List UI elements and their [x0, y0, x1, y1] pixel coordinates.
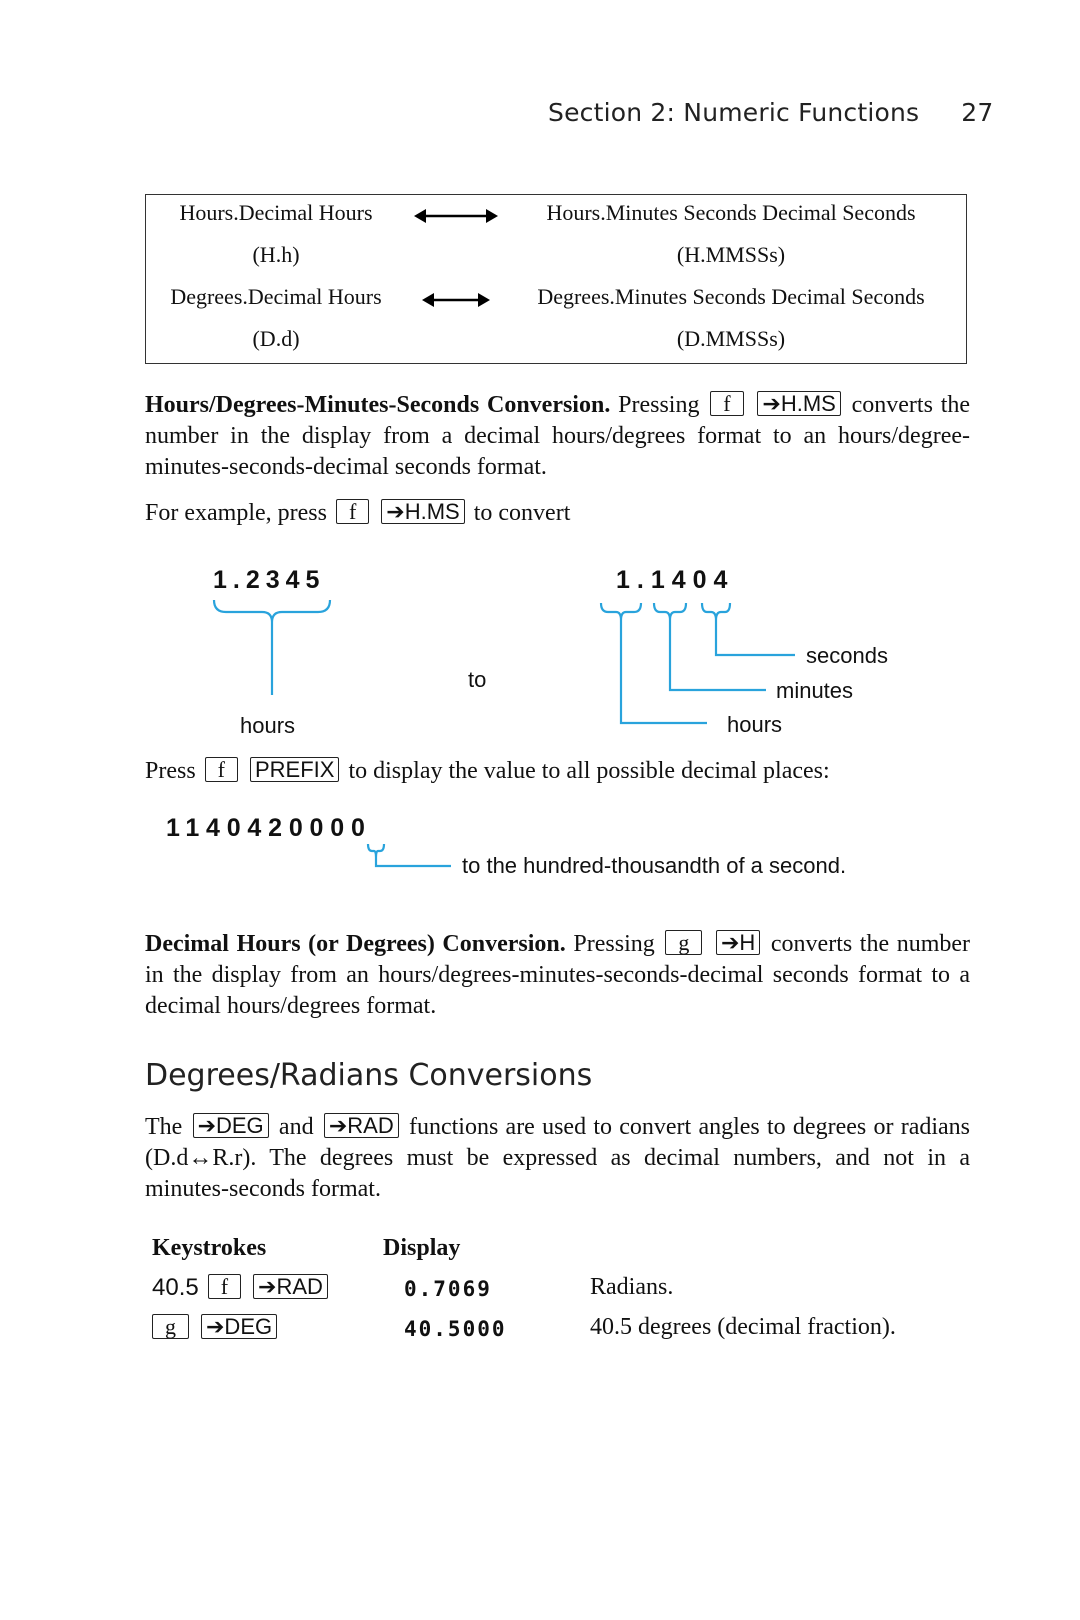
decimal-heading: Decimal Hours (or Degrees) Conversion. — [145, 931, 566, 957]
key-g: g — [665, 930, 703, 955]
prefix-paragraph: Press f PREFIX to display the value to a… — [145, 757, 830, 784]
key-f: f — [207, 1274, 242, 1299]
brace-seconds-to — [700, 602, 732, 621]
key-deg: ➔DEG — [192, 1113, 269, 1138]
key-rad: ➔RAD — [253, 1274, 328, 1299]
seconds-label: seconds — [806, 643, 888, 668]
decimal-paragraph: Decimal Hours (or Degrees) Conversion. P… — [145, 930, 971, 1019]
leader-hours — [619, 620, 707, 725]
row-note: 40.5 degrees (decimal fraction). — [590, 1314, 896, 1340]
display-value: 40.5000 — [404, 1317, 507, 1341]
prefix-annotation: to the hundred-thousandth of a second. — [462, 853, 847, 878]
brace-prefix-digit — [366, 843, 386, 858]
prefix-display: 1140420000 — [166, 814, 372, 842]
display-header: Display — [383, 1235, 461, 1261]
key-prefix: PREFIX — [250, 757, 340, 782]
display-from-value: 1.2345 — [213, 566, 326, 594]
hours-label-to: hours — [727, 712, 783, 737]
display-to-value: 1.1404 — [616, 566, 735, 594]
brace-hours-to — [599, 602, 643, 621]
deg-rad-paragraph: The ➔DEG and ➔RAD functions are used to … — [145, 1113, 971, 1202]
leader-seconds — [714, 620, 795, 657]
keystrokes-header: Keystrokes — [152, 1235, 267, 1261]
row-note: Radians. — [590, 1274, 674, 1300]
key-rad: ➔RAD — [323, 1113, 399, 1138]
to-label: to — [468, 667, 487, 692]
hours-label-from: hours — [240, 713, 296, 738]
display-value: 0.7069 — [404, 1277, 492, 1301]
brace-minutes-to — [652, 602, 688, 621]
brace-hours-from — [212, 599, 332, 623]
deg-rad-title: Degrees/Radians Conversions — [145, 1058, 593, 1093]
keystroke-row: 40.5 f ➔RAD — [152, 1274, 331, 1302]
key-g: g — [152, 1314, 189, 1339]
key-f: f — [204, 757, 238, 782]
leader-prefix — [374, 857, 451, 868]
key-h: ➔H — [715, 930, 761, 955]
keystroke-row: g ➔DEG — [152, 1314, 280, 1342]
key-deg: ➔DEG — [201, 1314, 278, 1339]
minutes-label: minutes — [776, 678, 854, 703]
